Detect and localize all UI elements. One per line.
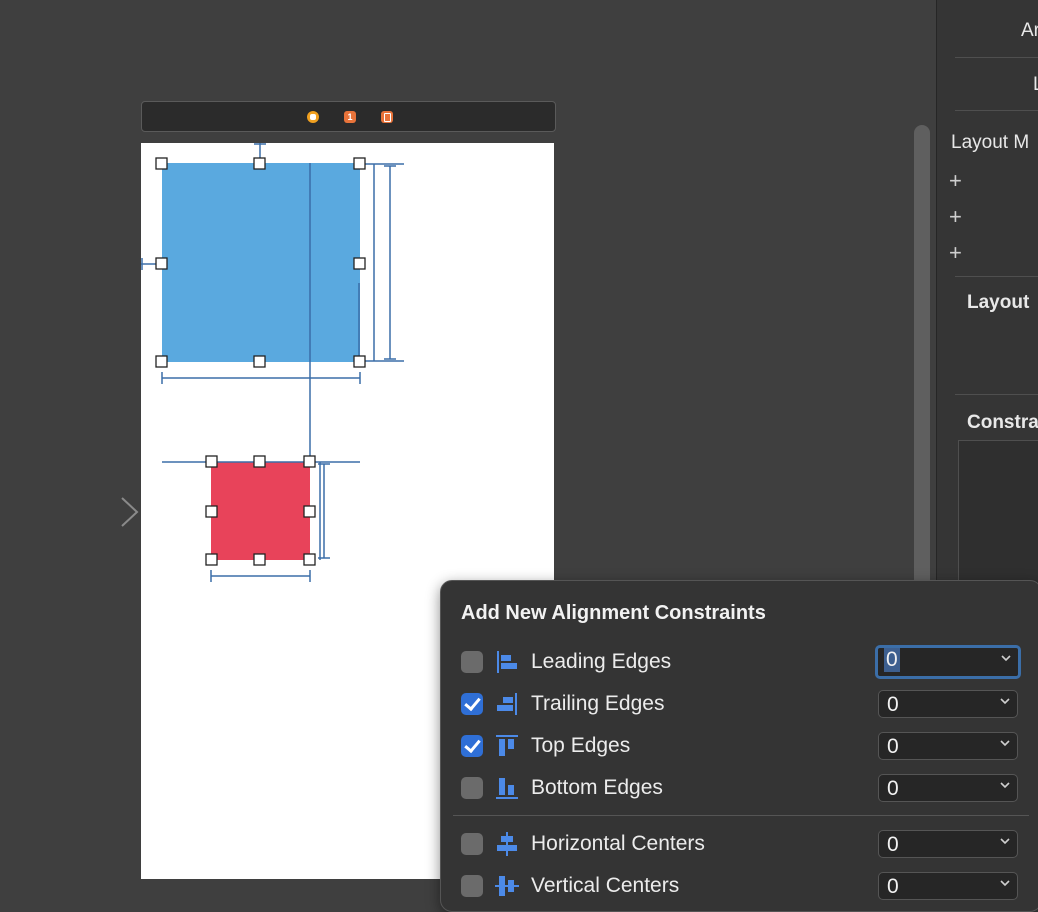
- constraint-checkbox[interactable]: [461, 833, 483, 855]
- leading-edges-icon: [497, 651, 517, 673]
- constraint-value-field[interactable]: 0: [878, 830, 1018, 858]
- divider: [453, 815, 1029, 816]
- layout-margins-label: Layout M: [951, 132, 1030, 153]
- vertical-centers-icon: [495, 876, 519, 896]
- blue-view[interactable]: [162, 163, 360, 362]
- constraint-row: Horizontal Centers 0: [441, 827, 1038, 863]
- constraint-checkbox[interactable]: [461, 735, 483, 757]
- constraint-label: Trailing Edges: [531, 692, 665, 715]
- constraint-value[interactable]: 0: [887, 735, 899, 759]
- constraint-label: Top Edges: [531, 734, 631, 757]
- chevron-down-icon[interactable]: [999, 737, 1011, 749]
- inspector-row-arrange[interactable]: Ar: [1021, 20, 1038, 42]
- divider: [955, 276, 1038, 277]
- constraint-value[interactable]: 0: [887, 777, 899, 801]
- layout-section-title: Layout: [967, 292, 1030, 313]
- divider: [955, 110, 1038, 111]
- constraint-value-field[interactable]: 0: [878, 774, 1018, 802]
- inspector-row-l[interactable]: L: [1033, 74, 1038, 96]
- constraint-value[interactable]: 0: [887, 833, 899, 857]
- divider: [955, 394, 1038, 395]
- add-icon[interactable]: +: [949, 206, 962, 228]
- constraint-label: Horizontal Centers: [531, 832, 705, 855]
- constraint-label: Bottom Edges: [531, 776, 663, 799]
- red-view[interactable]: [211, 462, 310, 560]
- chevron-down-icon[interactable]: [999, 779, 1011, 791]
- trailing-edges-icon: [497, 693, 517, 715]
- constraint-row: Bottom Edges 0: [441, 771, 1038, 807]
- top-edges-icon: [496, 735, 518, 756]
- constraint-row: Top Edges 0: [441, 729, 1038, 765]
- constraint-label: Vertical Centers: [531, 874, 680, 897]
- chevron-down-icon[interactable]: [999, 877, 1011, 889]
- constraints-section-title: Constra: [967, 412, 1038, 433]
- constraint-row: Trailing Edges 0: [441, 687, 1038, 723]
- bottom-edges-icon: [496, 778, 518, 799]
- add-icon[interactable]: +: [949, 170, 962, 192]
- constraints-list-box[interactable]: [958, 440, 1038, 602]
- constraint-row: Vertical Centers 0: [441, 869, 1038, 905]
- constraint-checkbox[interactable]: [461, 875, 483, 897]
- chevron-down-icon[interactable]: [1000, 652, 1012, 664]
- constraint-value[interactable]: 0: [887, 693, 899, 717]
- constraint-row: Leading Edges 0: [441, 645, 1038, 681]
- constraint-value[interactable]: 0: [884, 648, 900, 672]
- chevron-down-icon[interactable]: [999, 835, 1011, 847]
- constraint-value-field[interactable]: 0: [878, 690, 1018, 718]
- constraint-value-field[interactable]: 0: [875, 645, 1021, 679]
- constraint-value-field[interactable]: 0: [878, 732, 1018, 760]
- canvas-scrollbar-thumb[interactable]: [914, 125, 930, 605]
- constraint-value[interactable]: 0: [887, 875, 899, 899]
- add-icon[interactable]: +: [949, 242, 962, 264]
- popover-title: Add New Alignment Constraints: [461, 602, 766, 624]
- alignment-constraints-popover: Add New Alignment Constraints Leading Ed…: [440, 580, 1038, 912]
- divider: [955, 57, 1038, 58]
- constraint-checkbox[interactable]: [461, 777, 483, 799]
- horizontal-centers-icon: [497, 832, 517, 856]
- constraint-label: Leading Edges: [531, 650, 672, 673]
- constraint-checkbox[interactable]: [461, 651, 483, 673]
- chevron-down-icon[interactable]: [999, 695, 1011, 707]
- constraint-value-field[interactable]: 0: [878, 872, 1018, 900]
- constraint-checkbox[interactable]: [461, 693, 483, 715]
